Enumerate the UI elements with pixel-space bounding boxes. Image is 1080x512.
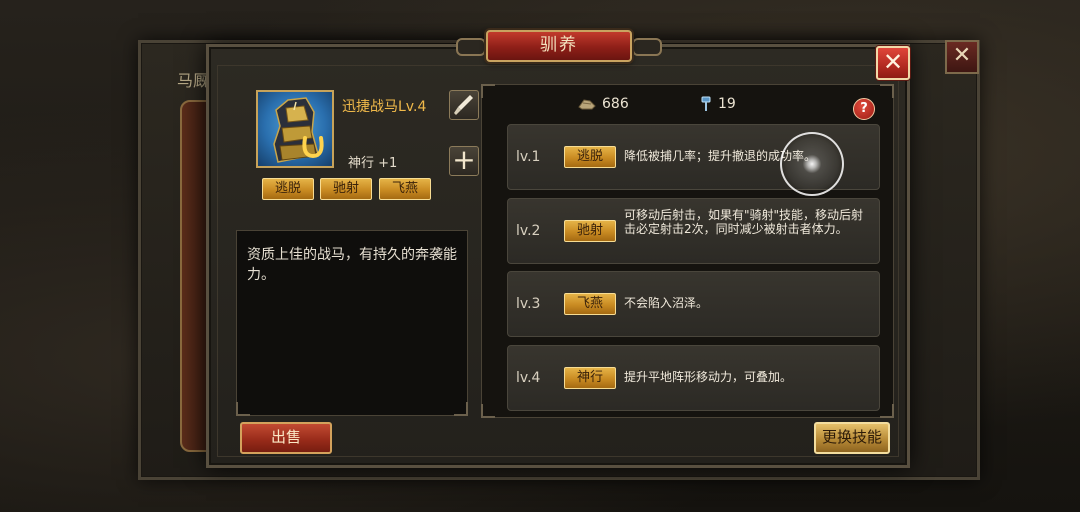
horseshoe-nail-icon bbox=[701, 96, 711, 111]
skill-row-3: lv.3 飞燕 不会陷入沼泽。 bbox=[507, 271, 880, 337]
hay-icon bbox=[578, 99, 596, 110]
skill-tag-swift-march[interactable]: 神行 bbox=[564, 367, 616, 389]
horse-description-box: 资质上佳的战马，有持久的奔袭能力。 bbox=[236, 230, 468, 416]
portrait-corner bbox=[258, 92, 264, 98]
skill-row-4: lv.4 神行 提升平地阵形移动力，可叠加。 bbox=[507, 345, 880, 411]
nail-resource: 19 bbox=[700, 96, 736, 112]
dialog-title: 驯养 bbox=[486, 30, 632, 62]
horse-tag-mounted-shot[interactable]: 驰射 bbox=[320, 178, 372, 200]
horseshoe-icon bbox=[302, 136, 324, 159]
portrait-corner bbox=[326, 160, 332, 166]
touch-indicator bbox=[780, 132, 844, 196]
horse-description: 资质上佳的战马，有持久的奔袭能力。 bbox=[247, 247, 457, 283]
skill-level: lv.4 bbox=[516, 370, 541, 386]
skill-level: lv.3 bbox=[516, 296, 541, 312]
panel-corner-ornament bbox=[880, 84, 894, 98]
skill-description: 不会陷入沼泽。 bbox=[624, 296, 709, 310]
hay-resource: 686 bbox=[578, 96, 629, 112]
skill-row-2: lv.2 驰射 可移动后射击，如果有"骑射"技能，移动后射击必定射击2次，同时减… bbox=[507, 198, 880, 264]
brush-icon bbox=[454, 95, 473, 115]
skill-level: lv.1 bbox=[516, 149, 541, 165]
box-corner-ornament bbox=[454, 402, 468, 416]
skill-tag-mounted-shot[interactable]: 驰射 bbox=[564, 220, 616, 242]
skill-description: 提升平地阵形移动力，可叠加。 bbox=[624, 370, 793, 384]
rename-button[interactable] bbox=[449, 90, 479, 120]
close-button[interactable]: ✕ bbox=[876, 46, 910, 80]
panel-corner-ornament bbox=[481, 84, 495, 98]
help-button[interactable]: ? bbox=[853, 98, 875, 120]
hay-count: 686 bbox=[602, 96, 629, 112]
skill-description: 可移动后射击，如果有"骑射"技能，移动后射击必定射击2次，同时减少被射击者体力。 bbox=[624, 208, 864, 236]
skill-level: lv.2 bbox=[516, 223, 541, 239]
panel-corner-ornament bbox=[481, 404, 495, 418]
stable-close-button[interactable]: ✕ bbox=[945, 40, 979, 74]
panel-corner-ornament bbox=[880, 404, 894, 418]
title-ornament-left bbox=[456, 38, 486, 56]
portrait-corner bbox=[326, 92, 332, 98]
title-ornament-right bbox=[632, 38, 662, 56]
stable-title: 马厩 bbox=[177, 71, 210, 90]
horse-portrait[interactable] bbox=[256, 90, 334, 168]
horse-stat: 神行 +1 bbox=[348, 156, 398, 171]
sell-button[interactable]: 出售 bbox=[240, 422, 332, 454]
add-button[interactable]: + bbox=[449, 146, 479, 176]
nail-count: 19 bbox=[718, 96, 736, 112]
box-corner-ornament bbox=[236, 402, 250, 416]
portrait-corner bbox=[258, 160, 264, 166]
skill-tag-escape[interactable]: 逃脱 bbox=[564, 146, 616, 168]
horse-tag-flying-swallow[interactable]: 飞燕 bbox=[379, 178, 431, 200]
horse-name: 迅捷战马Lv.4 bbox=[342, 99, 427, 115]
skill-tag-flying-swallow[interactable]: 飞燕 bbox=[564, 293, 616, 315]
change-skill-button[interactable]: 更换技能 bbox=[814, 422, 890, 454]
horse-tag-escape[interactable]: 逃脱 bbox=[262, 178, 314, 200]
